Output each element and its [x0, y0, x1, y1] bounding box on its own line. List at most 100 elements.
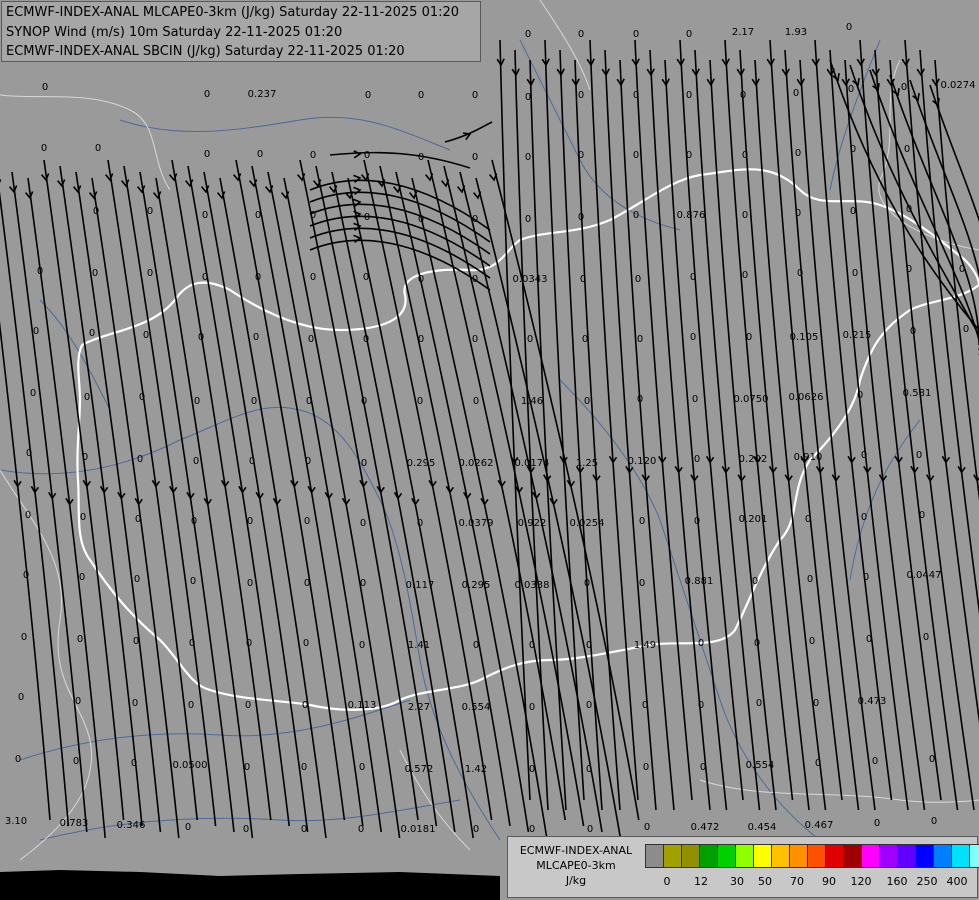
station-value: 0: [418, 152, 424, 163]
station-value: 0: [37, 266, 43, 277]
station-value: 0: [251, 396, 257, 407]
station-value: 0: [359, 762, 365, 773]
station-value: 2.27: [408, 702, 430, 713]
station-value: 0: [131, 758, 137, 769]
station-value: 0.0174: [515, 458, 550, 469]
station-value: 0: [906, 264, 912, 275]
station-value: 0: [73, 756, 79, 767]
station-value: 0: [578, 29, 584, 40]
station-value: 0: [21, 632, 27, 643]
station-value: 0: [639, 516, 645, 527]
station-value: 0: [189, 638, 195, 649]
station-value: 0: [637, 334, 643, 345]
station-value: 0: [93, 206, 99, 217]
station-value: 0: [417, 396, 423, 407]
legend-tick: 0: [663, 875, 671, 888]
station-value: 0.472: [691, 822, 720, 833]
station-value: 0.120: [628, 456, 657, 467]
station-value: 0: [694, 454, 700, 465]
station-value: 0: [418, 334, 424, 345]
legend-swatch: [664, 845, 682, 867]
station-value: 0: [529, 764, 535, 775]
header-line-wind: SYNOP Wind (m/s) 10m Saturday 22-11-2025…: [6, 24, 343, 40]
station-value: 0: [303, 638, 309, 649]
station-value: 0: [815, 758, 821, 769]
station-value: 0: [525, 92, 531, 103]
legend-swatch: [862, 845, 880, 867]
station-value: 0: [525, 214, 531, 225]
weather-map[interactable]: 0 0 0.237 0 0 0 0 0 0 0 0 0 2.17 1.93 0 0.0274 0 0 0 0 0 0 0 0 0…: [0, 0, 979, 900]
station-value: 0: [578, 150, 584, 161]
station-value: 0: [580, 274, 586, 285]
station-value: 0: [578, 90, 584, 101]
station-value: 0: [901, 82, 907, 93]
station-value: 0: [417, 518, 423, 529]
station-value: 0: [133, 636, 139, 647]
station-value: 0.572: [405, 764, 434, 775]
station-value: 0: [418, 90, 424, 101]
legend-swatch: [898, 845, 916, 867]
station-value: 0: [255, 210, 261, 221]
station-value: 0: [191, 516, 197, 527]
station-value: 0: [686, 150, 692, 161]
station-value: 0: [92, 268, 98, 279]
station-value: 0: [916, 450, 922, 461]
station-value: 0.113: [348, 700, 377, 711]
station-value: 0: [586, 640, 592, 651]
station-value: 0: [247, 578, 253, 589]
station-value: 0.554: [746, 760, 775, 771]
station-value: 0: [904, 144, 910, 155]
station-value: 0: [863, 572, 869, 583]
station-value: 0: [644, 822, 650, 833]
legend-title-2: MLCAPE0-3km: [536, 859, 616, 872]
station-value: 0: [700, 762, 706, 773]
station-value: 0: [874, 818, 880, 829]
station-value: 0.0500: [173, 760, 208, 771]
station-value: 0: [587, 824, 593, 835]
legend-tick: 160: [886, 875, 908, 888]
station-value: 0: [132, 698, 138, 709]
legend-swatch: [844, 845, 862, 867]
station-value: 0: [18, 692, 24, 703]
station-value: 0: [690, 272, 696, 283]
legend-tick: 250: [916, 875, 938, 888]
station-value: 0: [79, 572, 85, 583]
station-value: 0: [246, 638, 252, 649]
station-value: 0: [364, 212, 370, 223]
legend-swatch: [826, 845, 844, 867]
station-value: 0: [257, 149, 263, 160]
station-value: 0: [304, 578, 310, 589]
station-value: 0: [850, 206, 856, 217]
legend-tick: 120: [850, 875, 872, 888]
station-value: 0: [23, 570, 29, 581]
station-value: 0: [639, 578, 645, 589]
legend-swatch: [970, 845, 979, 867]
legend-units: J/kg: [565, 874, 587, 887]
station-value: 0: [310, 210, 316, 221]
station-value: 0: [850, 144, 856, 155]
station-value: 0: [363, 334, 369, 345]
station-value: 0: [253, 332, 259, 343]
station-value: 0: [793, 88, 799, 99]
station-value: 0: [255, 272, 261, 283]
station-value: 0: [846, 22, 852, 33]
station-value: 1.46: [521, 396, 543, 407]
legend-swatch: [790, 845, 808, 867]
station-value: 0: [582, 334, 588, 345]
legend-swatch: [880, 845, 898, 867]
station-value: 0: [245, 700, 251, 711]
station-value: 0: [301, 762, 307, 773]
station-value: 0: [959, 264, 965, 275]
station-value: 0: [740, 90, 746, 101]
station-value: 0.105: [790, 332, 819, 343]
station-value: 0: [633, 90, 639, 101]
station-value: 0: [848, 84, 854, 95]
legend-swatch: [736, 845, 754, 867]
station-value: 0: [134, 574, 140, 585]
station-value: 0.454: [748, 822, 777, 833]
station-value: 0: [525, 152, 531, 163]
station-value: 0: [797, 268, 803, 279]
legend-tick: 30: [730, 875, 744, 888]
station-value: 0: [365, 90, 371, 101]
station-value: 0: [363, 272, 369, 283]
